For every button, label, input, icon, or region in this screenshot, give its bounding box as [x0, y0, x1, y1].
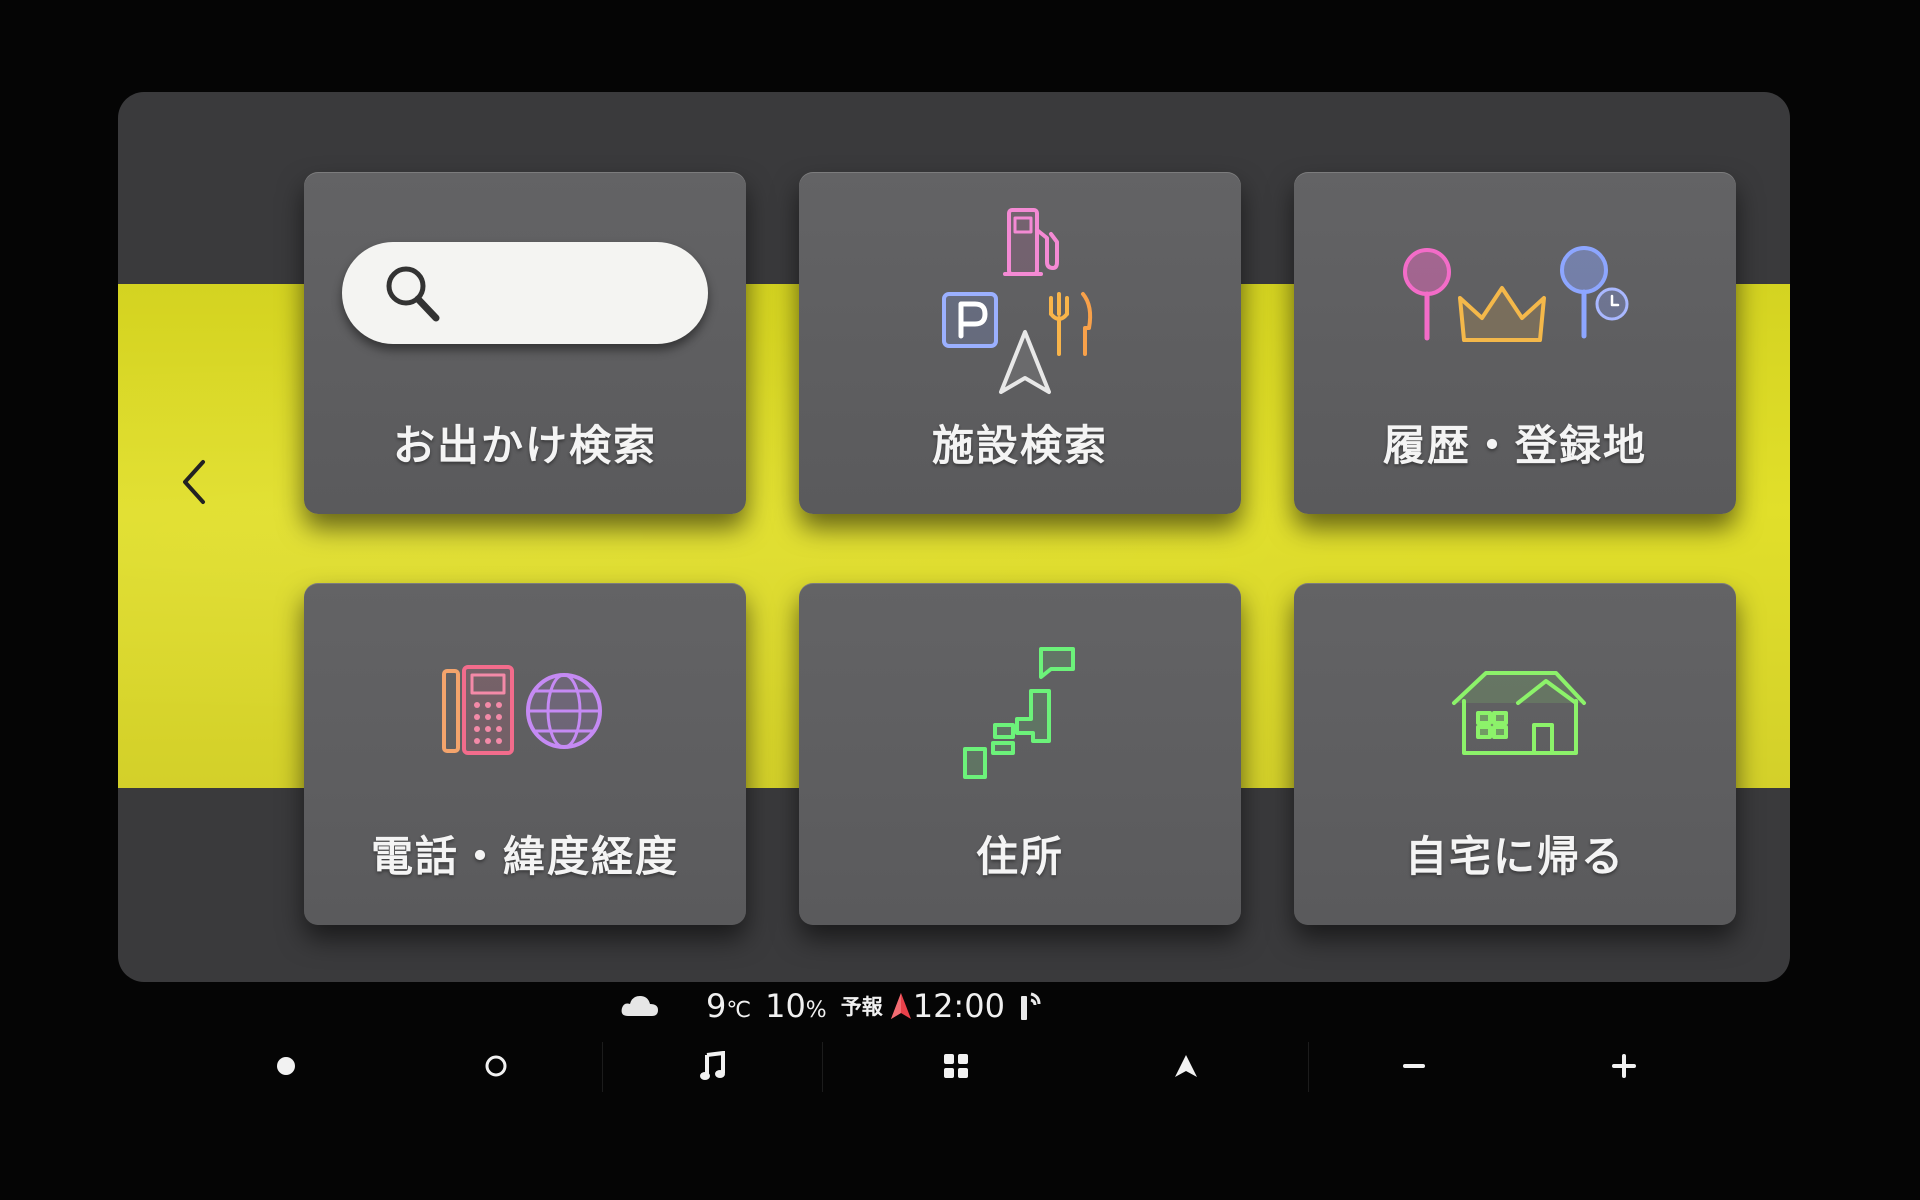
audio-button[interactable]: [652, 1040, 772, 1092]
navigation-arrow-icon: [1175, 1055, 1197, 1077]
cloud-icon: [621, 996, 658, 1016]
plus-icon: [1612, 1054, 1636, 1078]
signal-icon: [1020, 992, 1041, 1020]
japan-map-icon: [963, 647, 1075, 779]
address-tile[interactable]: 住所: [799, 583, 1241, 925]
history-favorites-icon: [1403, 246, 1629, 342]
history-registered-tile[interactable]: 履歴・登録地: [1294, 172, 1736, 514]
destination-menu-panel: お出かけ検索 施設検索 履歴・登録地 電話・緯度経度 住所 自宅に帰る: [118, 92, 1790, 982]
apps-grid-icon: [944, 1054, 968, 1078]
go-home-tile[interactable]: 自宅に帰る: [1294, 583, 1736, 925]
tile-label: 履歴・登録地: [1382, 421, 1647, 470]
tile-label: 電話・緯度経度: [370, 832, 679, 881]
facility-poi-icon: [942, 208, 1093, 394]
home-icon: [1452, 671, 1586, 755]
clock-time: 12:00: [912, 987, 1005, 1025]
home-circle-button[interactable]: [436, 1040, 556, 1092]
minus-icon: [1403, 1064, 1425, 1068]
status-bar: 9℃ 10% 予報 12:00: [620, 982, 1060, 1030]
tile-label: お出かけ検索: [392, 421, 657, 470]
car-navigation-screen: お出かけ検索 施設検索 履歴・登録地 電話・緯度経度 住所 自宅に帰る 9℃ 1…: [0, 0, 1920, 1200]
apps-button[interactable]: [896, 1040, 1016, 1092]
compass-arrow-icon: [890, 993, 911, 1019]
music-note-icon: [700, 1051, 725, 1080]
tile-label: 自宅に帰る: [1404, 832, 1625, 881]
facility-search-tile[interactable]: 施設検索: [799, 172, 1241, 514]
precipitation-value: 10%: [765, 987, 827, 1025]
dot-outline-icon: [485, 1055, 507, 1077]
chevron-left-icon: [183, 460, 205, 504]
navigation-button[interactable]: [1126, 1040, 1246, 1092]
tile-label: 住所: [975, 832, 1064, 881]
dot-filled-icon: [277, 1057, 295, 1075]
source-dot-button[interactable]: [226, 1040, 346, 1092]
search-bar-icon: [342, 242, 708, 344]
outing-search-tile[interactable]: お出かけ検索: [304, 172, 746, 514]
bottom-nav-bar: [190, 1040, 1760, 1092]
phone-latlong-tile[interactable]: 電話・緯度経度: [304, 583, 746, 925]
volume-down-button[interactable]: [1354, 1040, 1474, 1092]
search-icon: [386, 266, 440, 322]
back-button[interactable]: [164, 442, 224, 522]
phone-globe-icon: [442, 665, 602, 755]
volume-up-button[interactable]: [1564, 1040, 1684, 1092]
temperature-value: 9℃: [706, 987, 752, 1025]
tile-label: 施設検索: [931, 421, 1108, 470]
forecast-label: 予報: [840, 995, 883, 1019]
